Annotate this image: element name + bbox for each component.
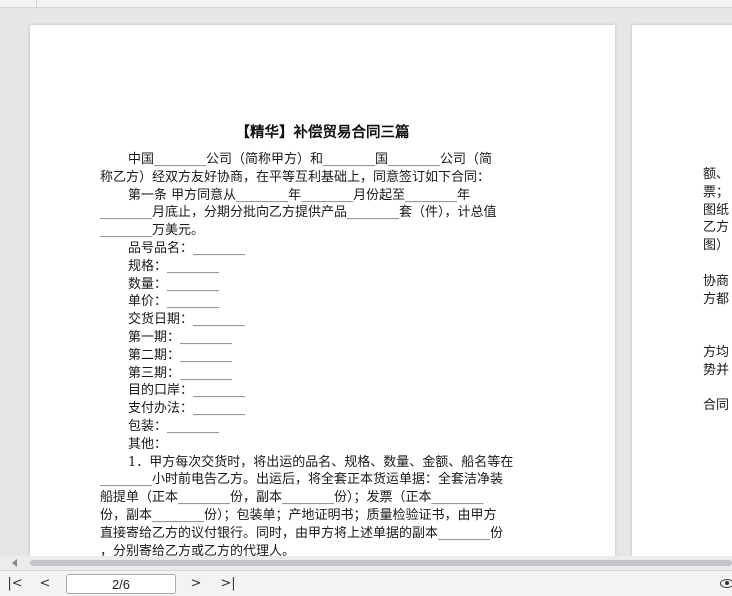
document-line: 第三期：________ [128,365,233,381]
next-page-line: 协商 [703,273,730,289]
document-line: 第一条 甲方同意从________年________月份起至________年 [128,187,471,203]
page-number-input[interactable] [66,574,176,594]
document-line: 称乙方）经双方友好协商，在平等互利基础上，同意签订如下合同： [100,169,491,185]
next-page-line: 乙方 [703,220,730,236]
scroll-left-arrow-icon[interactable] [12,559,17,567]
next-page-text: 额、票； 图纸乙方图） 协商方都方均势并合同 [703,166,729,415]
first-page-icon[interactable]: |< [6,575,24,593]
document-page-next[interactable]: 额、票； 图纸乙方图） 协商方都方均势并合同 [632,25,732,565]
document-line: 1．甲方每次交货时，将出运的品名、规格、数量、金额、船名等在 [128,454,514,470]
document-page-current: 【精华】补偿贸易合同三篇 中国________公司（简称甲方）和________… [30,25,615,565]
document-title: 【精华】补偿贸易合同三篇 [235,124,410,141]
next-page-icon[interactable]: > [187,575,205,593]
document-line: 支付办法：________ [128,401,246,417]
document-body: 中国________公司（简称甲方）和________国________公司（简… [100,151,542,560]
document-line: 数量：________ [128,276,220,292]
document-line: 中国________公司（简称甲方）和________国________公司（简 [128,152,493,167]
scrollbar-thumb[interactable] [30,560,732,566]
document-line: 交货日期：________ [128,312,246,328]
eye-icon[interactable] [720,579,732,588]
document-line: 单价：________ [128,294,220,310]
document-line: 其他： [128,436,168,452]
document-line: 品号品名：________ [128,240,246,256]
next-page-line [703,308,729,326]
next-page-line [703,380,729,398]
previous-page-edge [0,0,732,8]
last-page-icon[interactable]: >| [219,575,237,593]
document-line: 规格：________ [128,258,220,274]
document-line: 直接寄给乙方的议付银行。同时，由甲方将上述单据的副本________份 [100,525,504,541]
next-page-line: 合同 [703,398,730,414]
page-navigation-bar: |< < > >| [0,570,732,596]
document-line: 包装：________ [128,418,220,434]
next-page-line [703,326,729,344]
document-line: ________万美元。 [100,223,205,239]
document-line: ________小时前电告乙方。出运后，将全套正本货运单据：全套洁净装 [100,472,504,488]
document-line: ________月底止，分期分批向乙方提供产品________套（件），计总值 [100,205,497,221]
page-divider [36,0,37,7]
document-line: 份，副本________份）；包装单；产地证明书；质量检验证书，由甲方 [100,507,497,523]
next-page-line: 票； [703,184,730,200]
document-line: 船提单（正本________份，副本________份）；发票（正本______… [100,490,484,506]
next-page-line: 图） [703,238,730,254]
next-page-line: 图纸 [703,202,730,218]
document-viewer: 【精华】补偿贸易合同三篇 中国________公司（简称甲方）和________… [0,0,732,596]
next-page-line: 额、 [703,167,730,182]
next-page-line [703,255,729,273]
horizontal-scrollbar[interactable] [0,556,732,570]
document-line: 目的口岸：________ [128,383,246,399]
next-page-line: 方均 [703,344,730,360]
document-line: 第一期：________ [128,329,233,345]
document-line: 第二期：________ [128,347,233,363]
next-page-line: 方都 [703,291,730,307]
next-page-line: 势并 [703,362,730,378]
prev-page-icon[interactable]: < [36,575,54,593]
